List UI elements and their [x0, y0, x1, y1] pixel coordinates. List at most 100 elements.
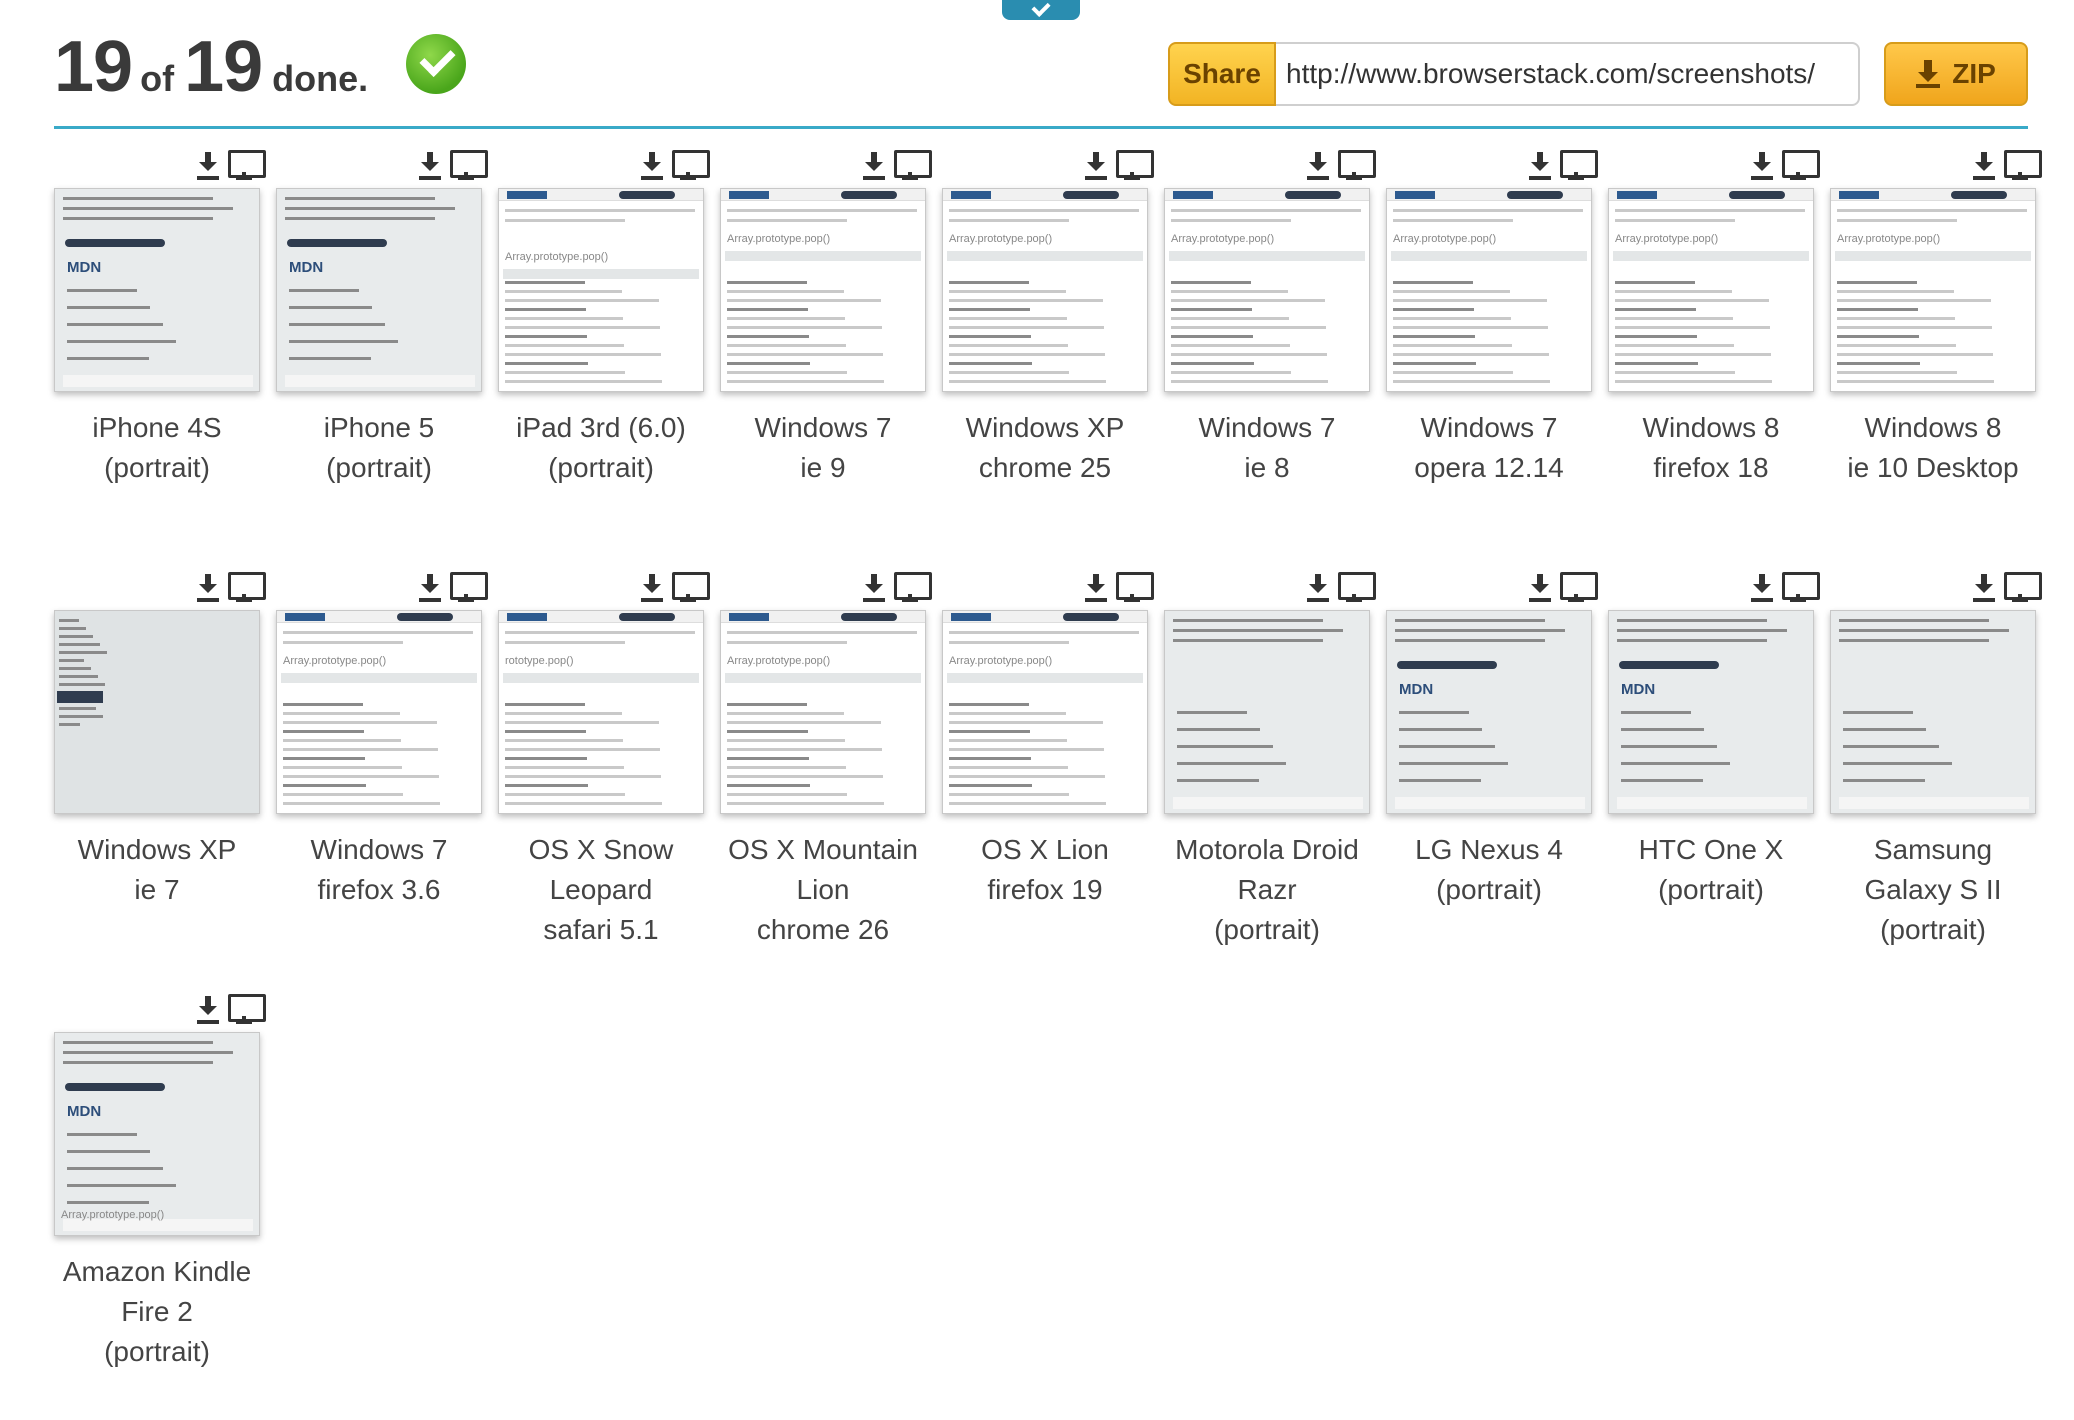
screenshot-thumbnail[interactable]: Array.prototype.pop() [942, 610, 1148, 814]
zip-download-button[interactable]: ZIP [1884, 42, 2028, 106]
monitor-icon-stand [236, 1021, 252, 1024]
download-icon[interactable] [862, 150, 886, 180]
share-button[interactable]: Share [1168, 42, 1276, 106]
text-line [1399, 779, 1481, 782]
download-icon[interactable] [1084, 572, 1108, 602]
download-icon-base [1085, 176, 1107, 180]
compat-panel [1835, 251, 2031, 261]
screenshot-thumbnail[interactable]: Array.prototype.pop() [720, 610, 926, 814]
text-line [59, 675, 98, 678]
screenshot-thumbnail[interactable]: rototype.pop() [498, 610, 704, 814]
text-line [1171, 362, 1254, 365]
persona-pill [397, 613, 453, 621]
download-icon[interactable] [1972, 572, 1996, 602]
text-line [505, 362, 588, 365]
screenshot-thumbnail[interactable]: MDN [1608, 610, 1814, 814]
screenshot-thumbnail[interactable]: Array.prototype.pop() [498, 188, 704, 392]
text-line [505, 344, 624, 347]
download-icon-base [1973, 176, 1995, 180]
text-line [1615, 326, 1770, 329]
download-icon[interactable] [1306, 572, 1330, 602]
monitor-icon[interactable] [672, 148, 710, 180]
monitor-icon[interactable] [228, 992, 266, 1024]
label-line: opera 12.14 [1414, 452, 1564, 483]
download-icon[interactable] [640, 572, 664, 602]
download-icon[interactable] [862, 572, 886, 602]
mdn-logo: MDN [67, 259, 102, 276]
monitor-icon[interactable] [228, 148, 266, 180]
screenshot-thumbnail[interactable]: Array.prototype.pop() [1386, 188, 1592, 392]
text-line [727, 712, 844, 715]
share-url-field[interactable] [1276, 42, 1860, 106]
monitor-icon[interactable] [450, 570, 488, 602]
page-heading: Array.prototype.pop() [1393, 233, 1497, 245]
download-icon[interactable] [1306, 150, 1330, 180]
monitor-icon[interactable] [1116, 570, 1154, 602]
text-line [505, 730, 586, 733]
persona-pill [1507, 191, 1563, 199]
screenshot-thumbnail[interactable]: MDN Array.prototype.pop() [54, 1032, 260, 1236]
monitor-icon[interactable] [1116, 148, 1154, 180]
screenshot-thumbnail[interactable]: Array.prototype.pop() [942, 188, 1148, 392]
monitor-icon[interactable] [1338, 570, 1376, 602]
screenshot-thumbnail[interactable]: Array.prototype.pop() [1164, 188, 1370, 392]
screenshot-thumbnail[interactable]: Array.prototype.pop() [720, 188, 926, 392]
text-line [727, 631, 917, 634]
screenshot-thumbnail[interactable] [1830, 610, 2036, 814]
monitor-icon[interactable] [672, 570, 710, 602]
monitor-icon[interactable] [894, 148, 932, 180]
text-line [1843, 745, 1939, 748]
text-line [1615, 281, 1695, 284]
download-icon[interactable] [1972, 150, 1996, 180]
text-line [283, 775, 439, 778]
download-icon[interactable] [196, 150, 220, 180]
monitor-icon[interactable] [1782, 570, 1820, 602]
monitor-icon[interactable] [894, 570, 932, 602]
screenshot-thumbnail[interactable] [1164, 610, 1370, 814]
mdn-logo [1173, 191, 1213, 199]
download-icon[interactable] [1528, 150, 1552, 180]
monitor-icon[interactable] [2004, 570, 2042, 602]
download-icon[interactable] [640, 150, 664, 180]
label-line: HTC One X [1638, 834, 1784, 865]
monitor-icon[interactable] [2004, 148, 2042, 180]
monitor-icon[interactable] [1560, 148, 1598, 180]
download-icon[interactable] [418, 150, 442, 180]
monitor-icon[interactable] [228, 570, 266, 602]
monitor-icon-stand [236, 599, 252, 602]
monitor-icon-stand [1124, 177, 1140, 180]
thumb-actions [1750, 568, 1820, 602]
label-line: ie 8 [1244, 452, 1290, 483]
text-line [283, 757, 365, 760]
download-icon [1916, 60, 1941, 88]
text-line [67, 357, 149, 360]
monitor-icon[interactable] [450, 148, 488, 180]
screenshot-thumbnail[interactable]: Array.prototype.pop() [1608, 188, 1814, 392]
screenshot-thumbnail[interactable]: MDN [1386, 610, 1592, 814]
download-icon[interactable] [418, 572, 442, 602]
screenshot-thumbnail[interactable]: Array.prototype.pop() [276, 610, 482, 814]
text-line [727, 353, 883, 356]
search-box [1395, 797, 1585, 809]
monitor-icon[interactable] [1782, 148, 1820, 180]
text-line [1177, 762, 1286, 765]
text-line [505, 353, 661, 356]
download-icon[interactable] [1750, 572, 1774, 602]
download-icon[interactable] [196, 994, 220, 1024]
download-icon[interactable] [1084, 150, 1108, 180]
text-line [1171, 371, 1291, 374]
text-line [67, 306, 150, 309]
download-icon[interactable] [1528, 572, 1552, 602]
screenshot-thumbnail[interactable]: MDN [276, 188, 482, 392]
screenshot-thumbnail[interactable] [54, 610, 260, 814]
screenshot-label: iPhone 5 (portrait) [256, 408, 502, 488]
text-line [1171, 353, 1327, 356]
monitor-icon[interactable] [1338, 148, 1376, 180]
screenshot-thumbnail[interactable]: Array.prototype.pop() [1830, 188, 2036, 392]
label-line: OS X Mountain [728, 834, 918, 865]
screenshot-thumbnail[interactable]: MDN [54, 188, 260, 392]
collapse-toggle-button[interactable] [1002, 0, 1080, 20]
download-icon[interactable] [1750, 150, 1774, 180]
download-icon[interactable] [196, 572, 220, 602]
monitor-icon[interactable] [1560, 570, 1598, 602]
